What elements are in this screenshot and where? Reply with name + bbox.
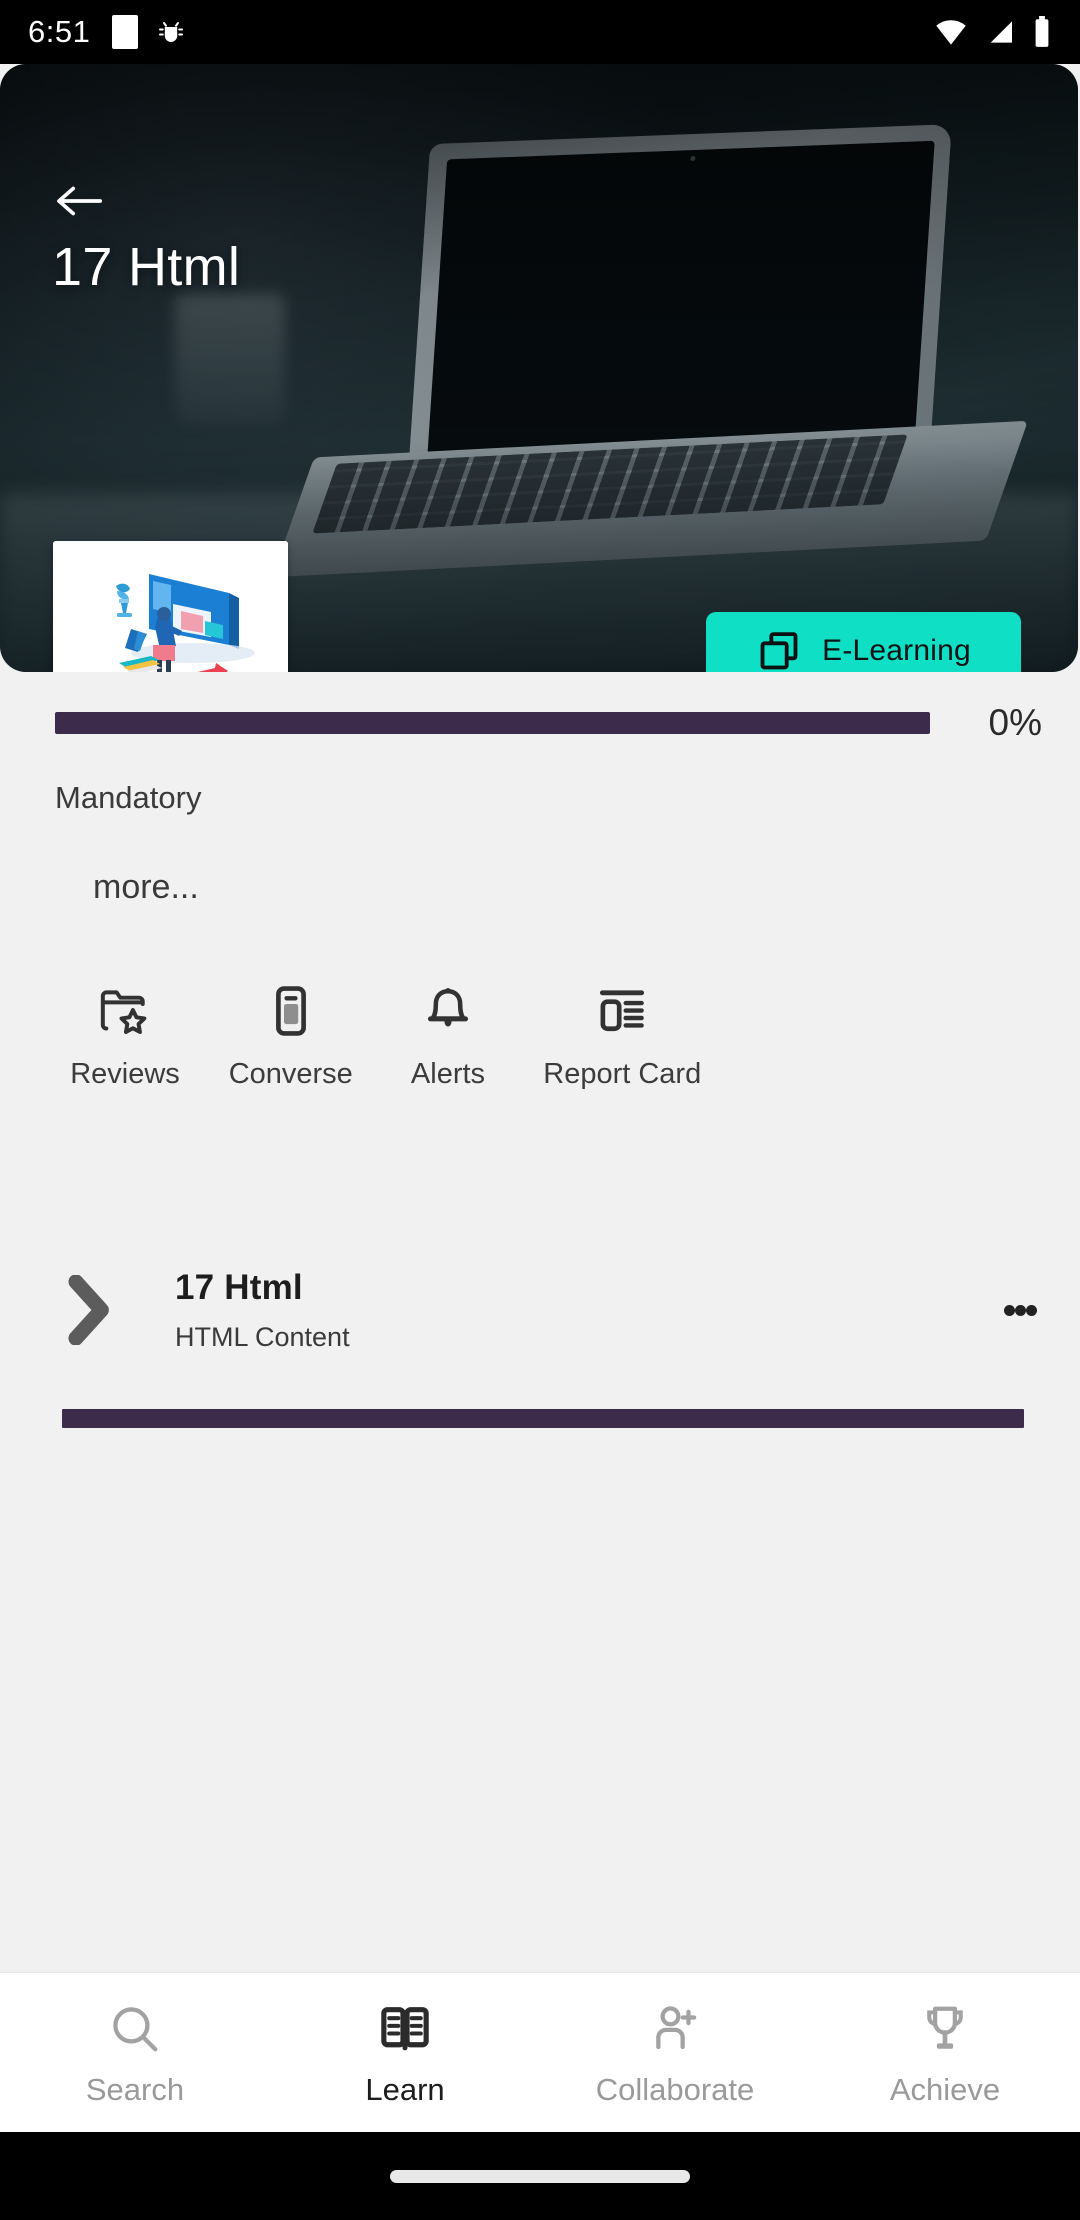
action-alerts[interactable]: Alerts (372, 980, 525, 1091)
app-screen: 6:51 17 Html E-Learning 0% Mandatory mor… (0, 0, 1080, 2220)
more-link[interactable]: more... (93, 868, 199, 907)
nav-item-search[interactable]: Search (0, 1998, 270, 2108)
status-bar-right-icons (934, 16, 1052, 48)
progress-track (55, 712, 930, 734)
course-type-label: E-Learning (822, 634, 971, 667)
trophy-icon (918, 1998, 972, 2060)
progress-percent-label: 0% (988, 702, 1042, 743)
kebab-dot (1003, 1304, 1015, 1316)
action-label: Report Card (543, 1058, 702, 1090)
android-debug-icon (159, 22, 184, 42)
progress-fill (55, 712, 930, 734)
action-converse[interactable]: Converse (210, 980, 372, 1091)
content-item-title: 17 Html (175, 1267, 303, 1307)
battery-icon (1035, 16, 1049, 47)
content-item-progress-bar (62, 1409, 1024, 1428)
e-learning-illustration (53, 541, 288, 672)
content-item-texts: 17 Html HTML Content (175, 1268, 960, 1353)
mobile-device-icon (263, 980, 319, 1042)
action-bar: Reviews Converse Alerts Report Card (40, 980, 720, 1130)
status-bar: 6:51 (0, 0, 1080, 64)
nav-item-learn[interactable]: Learn (270, 1998, 540, 2108)
kebab-dot (1014, 1304, 1026, 1316)
person-add-icon (648, 1998, 702, 2060)
action-report-card[interactable]: Report Card (525, 980, 721, 1091)
wifi-icon (936, 20, 966, 45)
screenshot-indicator-icon (112, 15, 139, 49)
bell-icon (421, 980, 475, 1042)
kebab-menu-icon[interactable] (960, 1298, 1080, 1323)
action-label: Converse (228, 1058, 353, 1090)
back-button[interactable] (48, 170, 110, 232)
folder-star-icon (97, 980, 153, 1042)
status-bar-clock: 6:51 (28, 14, 91, 49)
course-hero-banner: 17 Html E-Learning (0, 64, 1078, 672)
layers-copy-icon (760, 632, 798, 670)
chevron-right-icon[interactable] (0, 1275, 175, 1345)
nav-label: Learn (365, 2071, 445, 2107)
nav-label: Search (85, 2071, 185, 2107)
course-type-badge[interactable]: E-Learning (706, 612, 1021, 672)
kebab-dot (1025, 1304, 1037, 1316)
action-label: Alerts (410, 1058, 486, 1090)
mandatory-label: Mandatory (55, 780, 202, 815)
content-item-subtitle: HTML Content (175, 1321, 350, 1352)
back-arrow-icon (57, 186, 103, 216)
nav-item-collaborate[interactable]: Collaborate (540, 1998, 810, 2108)
home-gesture-pill[interactable] (390, 2169, 690, 2183)
status-bar-left-icons (112, 15, 186, 49)
course-progress: 0% (0, 700, 1080, 746)
cellular-signal-icon (990, 21, 1012, 43)
content-list-item[interactable]: 17 Html HTML Content (0, 1240, 1080, 1380)
page-title: 17 Html (52, 237, 241, 297)
action-reviews[interactable]: Reviews (40, 980, 210, 1091)
bottom-navigation: Search Learn Collaborate Achieve (0, 1972, 1080, 2132)
course-thumbnail (53, 541, 288, 672)
nav-item-achieve[interactable]: Achieve (810, 1998, 1080, 2108)
nav-label: Achieve (889, 2071, 1001, 2107)
report-card-icon (594, 980, 650, 1042)
system-navigation-bar (0, 2132, 1080, 2220)
open-book-icon (378, 1998, 432, 2060)
search-icon (108, 1998, 162, 2060)
action-label: Reviews (70, 1058, 180, 1090)
nav-label: Collaborate (595, 2071, 755, 2107)
